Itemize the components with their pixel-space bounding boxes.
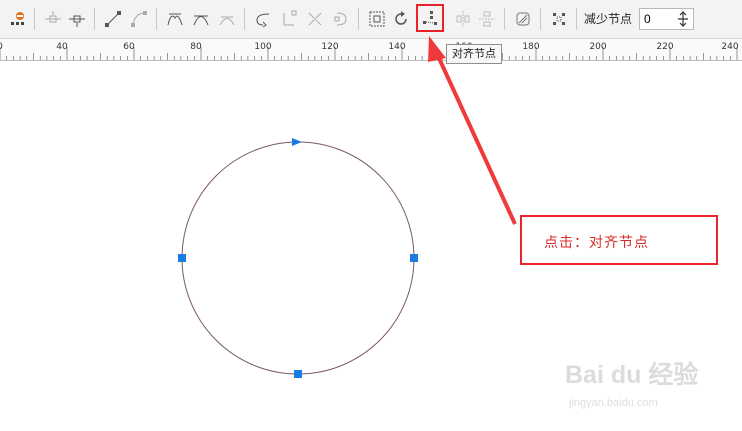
- ruler-label: 40: [56, 42, 68, 52]
- horizontal-ruler: 0 40 60 80 100 120 140 160 180 200 220 2…: [0, 39, 742, 61]
- ruler-label: 220: [656, 42, 674, 52]
- ruler-label: 60: [123, 42, 135, 52]
- select-all-nodes-button[interactable]: [6, 8, 28, 30]
- node-right[interactable]: [410, 254, 418, 262]
- ruler-ticks: [0, 47, 738, 60]
- ruler-label: 120: [321, 42, 339, 52]
- node-bottom[interactable]: [294, 370, 302, 378]
- toolbar-separator: [358, 8, 359, 30]
- delete-node-button[interactable]: [66, 8, 88, 30]
- spinner-arrows-icon[interactable]: [675, 10, 691, 28]
- ruler-label: 100: [254, 42, 272, 52]
- toolbar-separator: [576, 8, 577, 30]
- ruler-label: 200: [589, 42, 607, 52]
- mirror-horizontal-button[interactable]: [452, 8, 474, 30]
- tooltip: 对齐节点: [446, 44, 502, 64]
- path-direction-arrow-icon: [292, 138, 302, 146]
- extend-curve-button[interactable]: [278, 8, 300, 30]
- to-line-button[interactable]: [102, 8, 124, 30]
- toolbar-separator: [504, 8, 505, 30]
- reduce-nodes-label: 减少节点: [584, 12, 633, 26]
- ruler-label: 240: [721, 42, 739, 52]
- to-curve-button[interactable]: [128, 8, 150, 30]
- callout-text: 点击：对齐节点: [544, 234, 649, 250]
- elastic-mode-button[interactable]: [512, 8, 534, 30]
- smooth-node-button[interactable]: [190, 8, 212, 30]
- reverse-direction-button[interactable]: [252, 8, 274, 30]
- select-all-nodes-alt-button[interactable]: [548, 8, 570, 30]
- ruler-label: 140: [388, 42, 406, 52]
- watermark: Bai du 经验 jingyan.baidu.com: [565, 355, 735, 415]
- join-nodes-button[interactable]: [330, 8, 352, 30]
- watermark-url: jingyan.baidu.com: [569, 397, 658, 409]
- toolbar-separator: [540, 8, 541, 30]
- watermark-logo: Bai du 经验: [565, 361, 699, 389]
- mirror-vertical-button[interactable]: [476, 8, 498, 30]
- toolbar-separator: [94, 8, 95, 30]
- align-nodes-button[interactable]: [419, 8, 441, 30]
- toolbar-separator: [244, 8, 245, 30]
- toolbar-separator: [156, 8, 157, 30]
- annotation-callout: 点击：对齐节点: [520, 215, 718, 265]
- rotate-skew-nodes-button[interactable]: [390, 8, 412, 30]
- node-left[interactable]: [178, 254, 186, 262]
- toolbar-separator: [34, 8, 35, 30]
- ruler-label: 180: [522, 42, 540, 52]
- symmetric-node-button[interactable]: [216, 8, 238, 30]
- property-bar: 减少节点: [0, 0, 742, 39]
- cusp-node-button[interactable]: [164, 8, 186, 30]
- stretch-scale-nodes-button[interactable]: [366, 8, 388, 30]
- add-node-button[interactable]: [42, 8, 64, 30]
- circle-shape[interactable]: [181, 141, 415, 375]
- ruler-label: 0: [0, 42, 3, 52]
- break-curve-button[interactable]: [304, 8, 326, 30]
- ruler-label: 80: [190, 42, 202, 52]
